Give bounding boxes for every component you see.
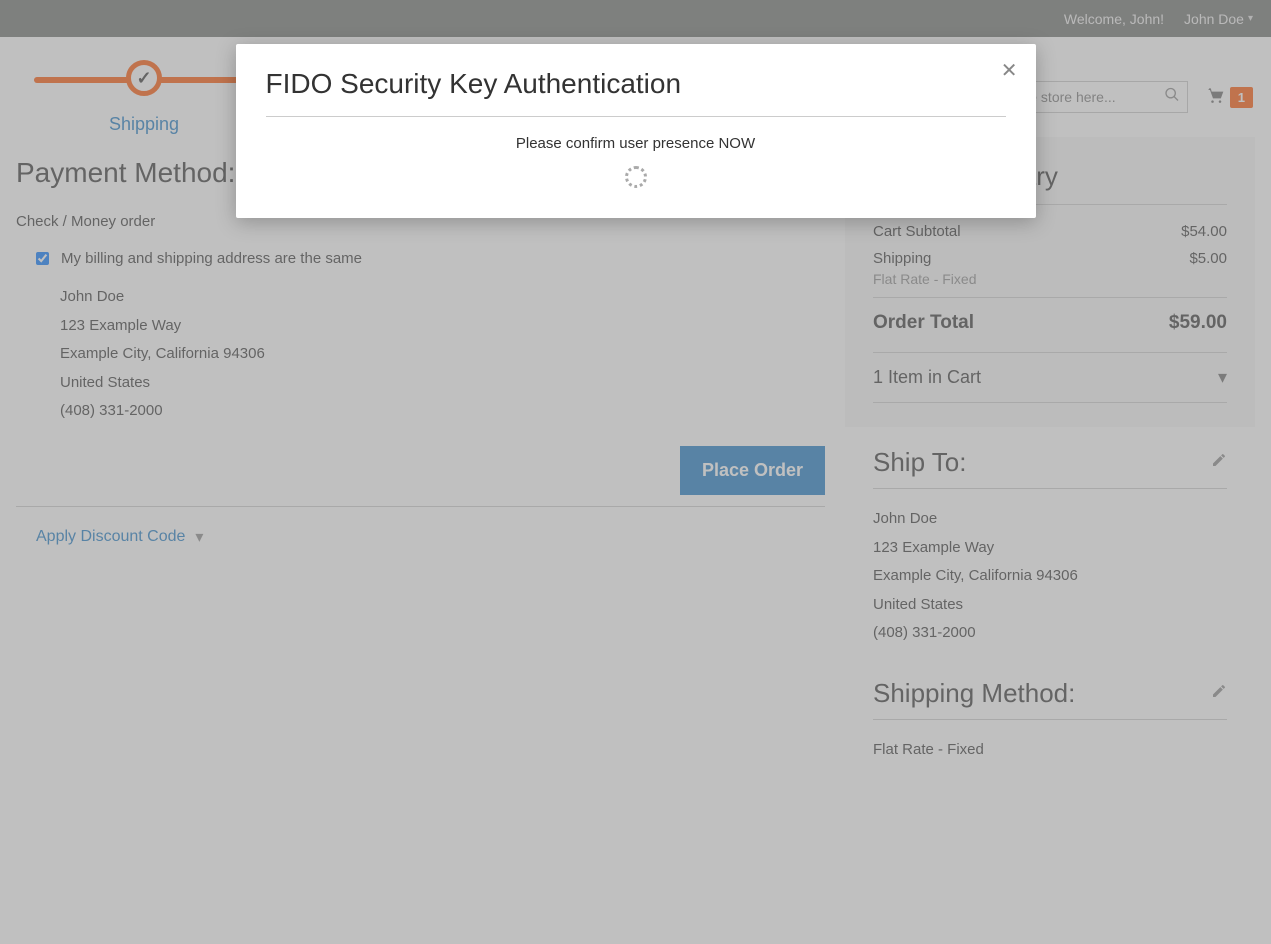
loading-spinner-icon bbox=[625, 166, 647, 188]
modal-title: FIDO Security Key Authentication bbox=[266, 68, 1006, 117]
modal-message: Please confirm user presence NOW bbox=[266, 135, 1006, 152]
modal-close-button[interactable]: ✕ bbox=[1001, 58, 1018, 83]
modal-overlay[interactable]: ✕ FIDO Security Key Authentication Pleas… bbox=[0, 0, 1271, 944]
fido-auth-modal: ✕ FIDO Security Key Authentication Pleas… bbox=[236, 44, 1036, 218]
